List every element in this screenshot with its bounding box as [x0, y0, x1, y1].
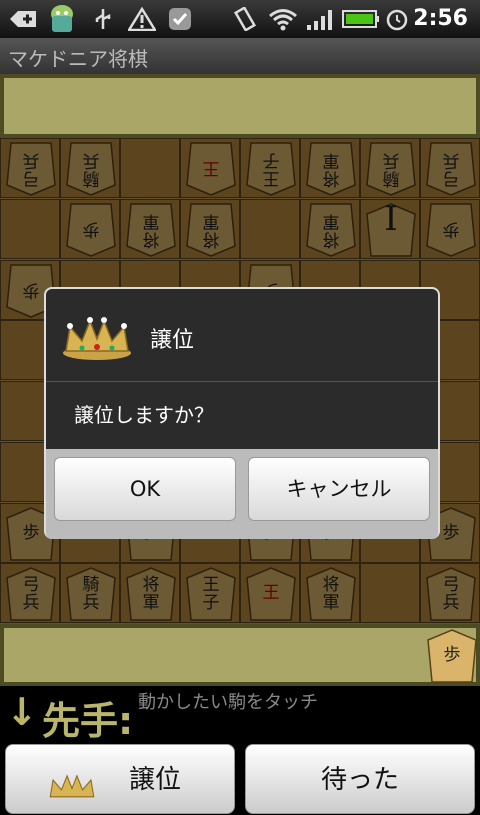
- captured-piece[interactable]: 歩: [426, 628, 478, 684]
- turn-label: 先手:: [42, 699, 134, 743]
- alarm-icon: [386, 9, 408, 31]
- opponent-hand[interactable]: [0, 74, 480, 138]
- warning-icon: [128, 7, 156, 31]
- ok-button[interactable]: OK: [54, 457, 236, 521]
- notification-icon: [169, 8, 191, 30]
- cancel-button[interactable]: キャンセル: [248, 457, 430, 521]
- clock: 2:56: [413, 6, 468, 31]
- dialog-title: 譲位: [150, 328, 195, 353]
- app-title: マケドニア将棋: [8, 47, 148, 71]
- usb-icon: [95, 9, 111, 29]
- signal-icon: [307, 10, 332, 30]
- wifi-icon: [269, 9, 297, 31]
- add-icon: [10, 11, 36, 27]
- crown-icon: [49, 774, 95, 798]
- vibrate-icon: [233, 7, 257, 31]
- piece-label: 歩: [443, 645, 461, 665]
- dialog-message: 譲位しますか？: [74, 403, 214, 427]
- dialog-header: 譲位: [46, 289, 438, 382]
- resign-dialog: 譲位 譲位しますか？ OK キャンセル: [44, 287, 440, 539]
- player-hand[interactable]: 歩: [0, 624, 480, 686]
- resign-button[interactable]: 譲位: [5, 744, 235, 814]
- battery-icon: [342, 10, 379, 28]
- resign-label: 譲位: [128, 765, 181, 795]
- android-icon: [51, 5, 73, 32]
- dialog-button-bar: OK キャンセル: [46, 449, 438, 539]
- status-bar: 2:56: [0, 0, 480, 38]
- hint-text: 動かしたい駒をタッチ: [138, 692, 318, 713]
- turn-arrow-icon: ↓: [6, 690, 38, 734]
- undo-button[interactable]: 待った: [245, 744, 475, 814]
- crown-icon: [63, 317, 131, 360]
- title-bar: マケドニア将棋: [0, 38, 480, 74]
